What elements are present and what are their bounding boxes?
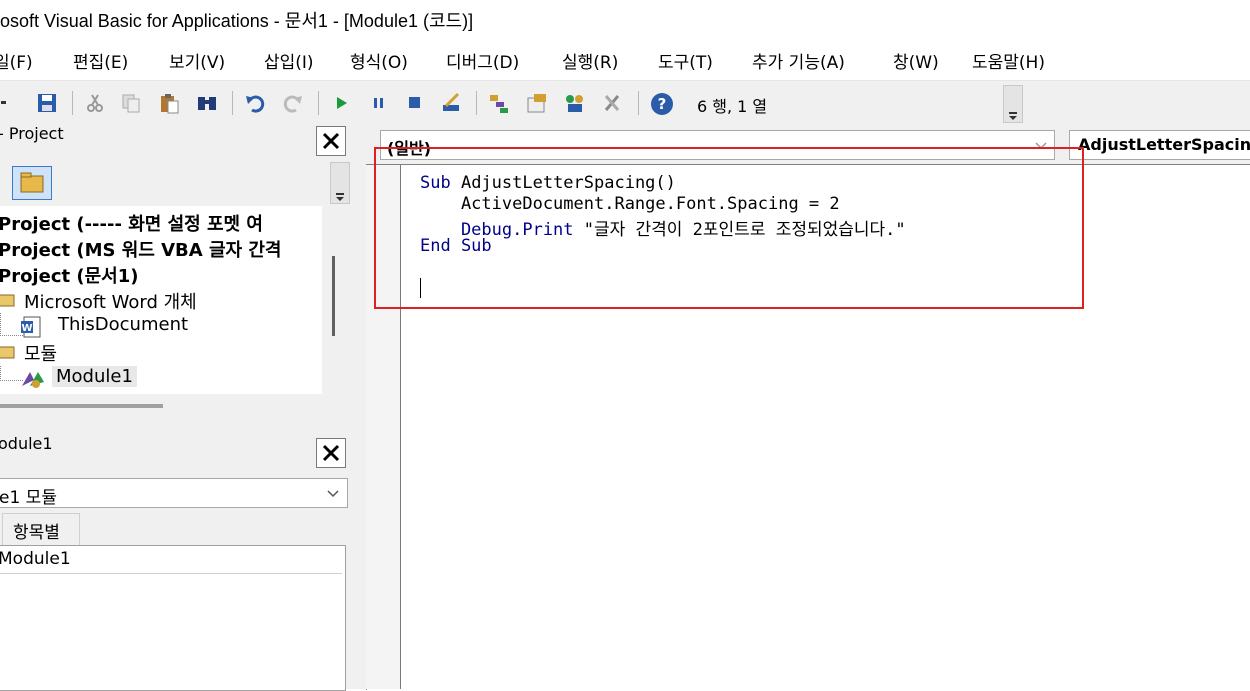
project-explorer-toolbar [0, 162, 350, 204]
menu-debug[interactable]: 디버그(D) [446, 48, 519, 73]
toolbar-separator [232, 91, 233, 115]
undo-icon[interactable] [244, 92, 266, 114]
find-icon[interactable] [196, 92, 218, 114]
explorer-toolbar-options-button[interactable] [330, 162, 350, 204]
toolbar-separator [72, 91, 73, 115]
procedure-combo-value: AdjustLetterSpacing [1078, 135, 1250, 154]
tree-item-modules[interactable]: 모듈 [24, 340, 57, 366]
toolbar-separator [638, 91, 639, 115]
svg-text:W: W [21, 323, 32, 334]
grid-divider [0, 573, 342, 574]
project-tree: Project (----- 화면 설정 포멧 여 Project (MS 워드… [0, 206, 322, 394]
project-explorer-icon[interactable] [488, 92, 510, 114]
title-bar: rosoft Visual Basic for Applications - 문… [0, 0, 1250, 38]
menu-insert[interactable]: 삽입(I) [264, 48, 314, 73]
module-icon [20, 368, 46, 390]
project-tree-horizontal-scrollbar[interactable] [0, 404, 163, 408]
properties-window-icon[interactable] [526, 92, 548, 114]
toolbox-icon[interactable] [602, 92, 624, 114]
menu-format[interactable]: 형식(O) [350, 48, 408, 73]
properties-object-combo[interactable]: e1 모듈 [0, 478, 348, 508]
properties-close-button[interactable] [316, 438, 346, 468]
tree-item-thisdocument[interactable]: ThisDocument [58, 314, 188, 335]
toolbar-separator [318, 91, 319, 115]
project-explorer-close-button[interactable] [316, 126, 346, 156]
stop-icon[interactable] [404, 92, 426, 114]
tree-item-project-document1[interactable]: Project (문서1) [0, 262, 138, 288]
word-document-icon: W [20, 316, 42, 338]
toolbar-separator [476, 91, 477, 115]
copy-icon[interactable] [120, 92, 142, 114]
tab-categorized-label: 항목별 [13, 523, 60, 543]
redo-icon[interactable] [282, 92, 304, 114]
cursor-position-status: 6 행, 1 열 [697, 97, 768, 116]
save-icon[interactable] [36, 92, 58, 114]
properties-object-combo-value: e1 모듈 [0, 488, 57, 508]
project-explorer-title: - Project [0, 124, 64, 143]
menu-edit[interactable]: 편집(E) [73, 48, 128, 73]
pause-icon[interactable] [368, 92, 390, 114]
menu-tools[interactable]: 도구(T) [658, 48, 713, 73]
menu-bar: 일(F) 편집(E) 보기(V) 삽입(I) 형식(O) 디버그(D) 실행(R… [0, 38, 1250, 80]
property-name-value[interactable]: Module1 [0, 549, 71, 569]
project-tree-vertical-scrollbar[interactable] [322, 206, 346, 396]
procedure-combo[interactable]: AdjustLetterSpacing [1069, 130, 1250, 160]
tree-item-project[interactable]: Project (----- 화면 설정 포멧 여 [0, 210, 263, 236]
close-icon [322, 132, 340, 150]
menu-help[interactable]: 도움말(H) [972, 48, 1045, 73]
standard-toolbar: ? 6 행, 1 열 [0, 80, 1250, 125]
menu-view[interactable]: 보기(V) [169, 48, 225, 73]
folder-icon [20, 172, 44, 193]
cut-icon[interactable] [84, 92, 106, 114]
tree-item-word-objects[interactable]: Microsoft Word 개체 [24, 288, 197, 314]
object-browser-icon[interactable] [564, 92, 586, 114]
dropdown-arrow-icon[interactable] [0, 92, 8, 114]
chevron-down-icon [325, 485, 341, 501]
scrollbar-thumb[interactable] [332, 256, 335, 336]
tree-item-module1[interactable]: Module1 [52, 366, 137, 387]
tree-item-project[interactable]: Project (MS 워드 VBA 글자 간격 [0, 236, 281, 262]
window-title: rosoft Visual Basic for Applications - 문… [0, 11, 474, 31]
toggle-folders-button[interactable] [12, 166, 52, 200]
run-icon[interactable] [330, 92, 352, 114]
menu-addins[interactable]: 추가 기능(A) [752, 48, 845, 73]
menu-file[interactable]: 일(F) [0, 48, 33, 73]
highlight-annotation-box [374, 147, 1084, 309]
open-folder-icon [0, 292, 16, 307]
close-icon [322, 444, 340, 462]
menu-run[interactable]: 실행(R) [562, 48, 618, 73]
toolbar-options-button[interactable] [1003, 85, 1023, 123]
help-icon[interactable]: ? [650, 92, 674, 116]
svg-text:?: ? [658, 95, 667, 113]
open-folder-icon [0, 344, 16, 359]
paste-icon[interactable] [158, 92, 180, 114]
design-mode-icon[interactable] [440, 92, 462, 114]
menu-window[interactable]: 창(W) [893, 48, 939, 73]
tab-categorized[interactable]: 항목별 [2, 513, 80, 546]
properties-window-title: odule1 [0, 434, 53, 453]
